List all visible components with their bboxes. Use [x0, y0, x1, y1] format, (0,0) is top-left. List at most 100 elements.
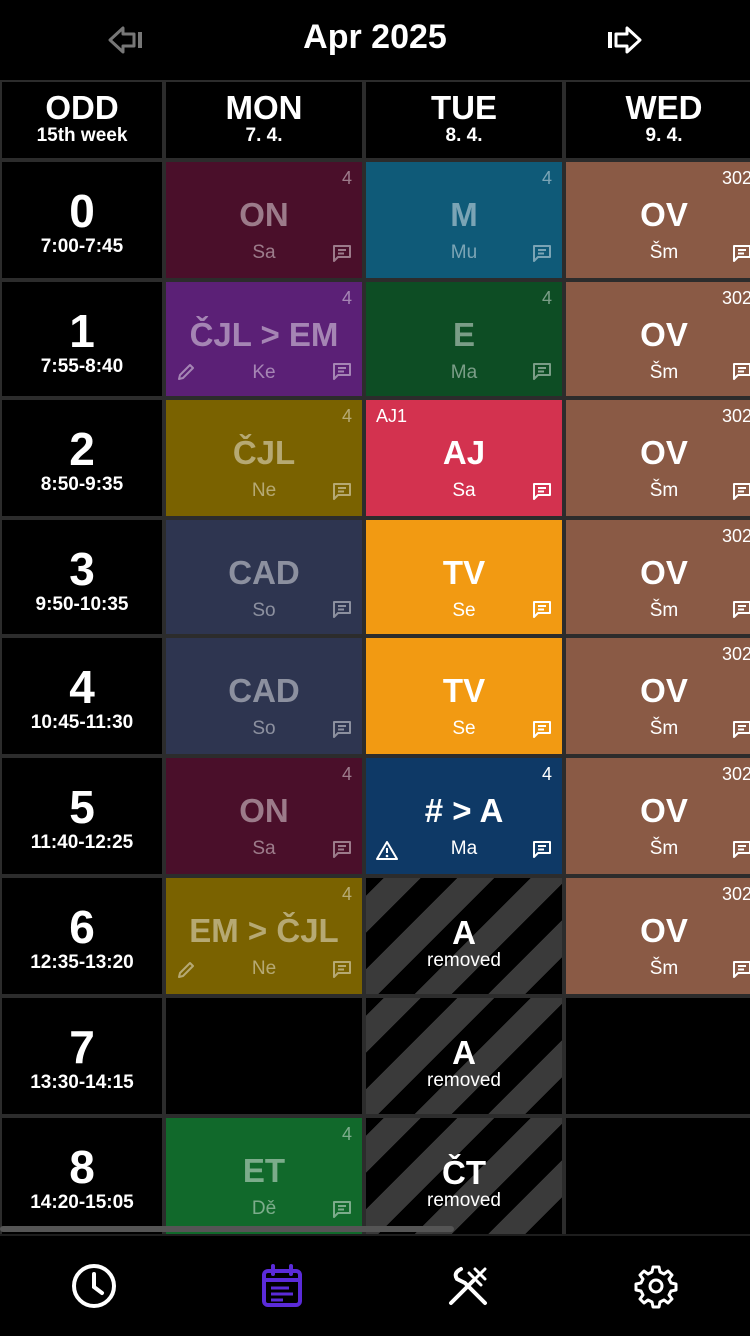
empty-cell: [164, 996, 364, 1116]
note-icon[interactable]: [732, 244, 750, 262]
note-icon[interactable]: [332, 482, 352, 500]
lesson-subject: OV: [640, 672, 688, 709]
period-time: 13:30-14:15: [30, 1072, 134, 1093]
note-icon[interactable]: [532, 600, 552, 618]
lesson-cell[interactable]: 4 EM > ČJL Ne: [164, 876, 364, 996]
lesson-cell[interactable]: AJ1 AJ Sa: [364, 398, 564, 518]
lesson-room: 4: [341, 288, 352, 308]
lesson-cell[interactable]: 302 OV Šm: [564, 160, 750, 280]
lesson-cell[interactable]: 4 ON Sa: [164, 160, 364, 280]
note-icon[interactable]: [332, 600, 352, 618]
lesson-subject: ČT: [442, 1154, 486, 1191]
note-icon[interactable]: [332, 960, 352, 978]
lesson-subject: E: [452, 316, 475, 353]
lesson-subject: TV: [442, 554, 486, 591]
period-time: 9:50-10:35: [35, 594, 129, 615]
note-icon[interactable]: [332, 1200, 352, 1218]
lesson-cell[interactable]: CAD So: [164, 518, 364, 636]
lesson-cell[interactable]: 4 E Ma: [364, 280, 564, 398]
next-week-button[interactable]: [604, 20, 644, 60]
lesson-room: 4: [541, 168, 552, 188]
empty-cell: [564, 996, 750, 1116]
lesson-room: 302: [721, 406, 750, 426]
lesson-room: 302: [721, 288, 750, 308]
note-icon[interactable]: [532, 482, 552, 500]
period-time: 14:20-15:05: [30, 1192, 134, 1213]
lesson-cell[interactable]: 4 ON Sa: [164, 756, 364, 876]
lesson-removed[interactable]: Aremoved: [364, 996, 564, 1116]
period-cell: 4 10:45-11:30: [0, 636, 164, 756]
lesson-cell[interactable]: 4 ET Dě: [164, 1116, 364, 1234]
lesson-cell[interactable]: 302 OV Šm: [564, 398, 750, 518]
tab-canteen[interactable]: [444, 1262, 492, 1310]
lesson-cell[interactable]: 302 OV Šm: [564, 280, 750, 398]
lesson-removed[interactable]: ČT removed: [364, 1116, 564, 1234]
lesson-cell[interactable]: 302 OV Šm: [564, 876, 750, 996]
lesson-removed[interactable]: Aremoved: [364, 876, 564, 996]
lesson-subject: CAD: [228, 554, 300, 591]
lesson-room: 302: [721, 168, 750, 188]
period-cell: 7 13:30-14:15: [0, 996, 164, 1116]
lesson-subject: OV: [640, 434, 688, 471]
note-icon[interactable]: [732, 840, 750, 858]
period-cell: 0 7:00-7:45: [0, 160, 164, 280]
lesson-subject: OV: [640, 792, 688, 829]
lesson-room: 4: [341, 1124, 352, 1144]
note-icon[interactable]: [532, 840, 552, 858]
period-cell: 6 12:35-13:20: [0, 876, 164, 996]
period-number: 2: [69, 423, 95, 475]
lesson-subject: A: [452, 914, 476, 951]
lesson-cell[interactable]: 302 OV Šm: [564, 756, 750, 876]
note-icon[interactable]: [332, 720, 352, 738]
day-header: MON 7. 4.: [164, 80, 364, 160]
pencil-icon: [176, 362, 196, 382]
week-parity: ODD: [45, 89, 119, 126]
note-icon[interactable]: [732, 482, 750, 500]
period-time: 7:55-8:40: [40, 356, 124, 377]
note-icon[interactable]: [532, 362, 552, 380]
period-cell: 5 11:40-12:25: [0, 756, 164, 876]
period-number: 0: [69, 185, 95, 237]
lesson-room: 302: [721, 764, 750, 784]
empty-cell: [564, 1116, 750, 1234]
week-label: 15th week: [36, 125, 128, 146]
lesson-teacher: Šm: [649, 958, 679, 979]
lesson-subject: TV: [442, 672, 486, 709]
tab-settings[interactable]: [632, 1262, 680, 1310]
gear-icon: [634, 1265, 678, 1309]
note-icon[interactable]: [532, 720, 552, 738]
lesson-cell[interactable]: 4 ČJL Ne: [164, 398, 364, 518]
lesson-cell[interactable]: 4 # > A Ma: [364, 756, 564, 876]
lesson-cell[interactable]: 4 ČJL > EM Ke: [164, 280, 364, 398]
lesson-cell[interactable]: 302 OV Šm: [564, 636, 750, 756]
lesson-cell[interactable]: CAD So: [164, 636, 364, 756]
lesson-subject: ČJL > EM: [189, 316, 339, 353]
tab-timetable[interactable]: [258, 1262, 306, 1310]
note-icon[interactable]: [532, 244, 552, 262]
lesson-subject: M: [450, 196, 478, 233]
period-cell: 2 8:50-9:35: [0, 398, 164, 518]
period-time: 7:00-7:45: [40, 236, 124, 257]
removed-label: removed: [427, 950, 501, 971]
lesson-cell[interactable]: TV Se: [364, 636, 564, 756]
lesson-subject: CAD: [228, 672, 300, 709]
lesson-room: 4: [341, 406, 352, 426]
note-icon[interactable]: [732, 362, 750, 380]
lesson-cell[interactable]: TV Se: [364, 518, 564, 636]
note-icon[interactable]: [732, 720, 750, 738]
note-icon[interactable]: [732, 960, 750, 978]
removed-label: removed: [427, 1190, 501, 1211]
lesson-cell[interactable]: 4 M Mu: [364, 160, 564, 280]
tab-current-lesson[interactable]: [70, 1262, 118, 1310]
period-number: 1: [69, 305, 95, 357]
note-icon[interactable]: [732, 600, 750, 618]
horizontal-scrollbar[interactable]: [0, 1226, 454, 1232]
lesson-cell[interactable]: 302 OV Šm: [564, 518, 750, 636]
calendar-icon: [262, 1264, 302, 1307]
lesson-subject: OV: [640, 316, 688, 353]
note-icon[interactable]: [332, 244, 352, 262]
note-icon[interactable]: [332, 362, 352, 380]
period-number: 3: [69, 543, 95, 595]
note-icon[interactable]: [332, 840, 352, 858]
day-header: WED 9. 4.: [564, 80, 750, 160]
